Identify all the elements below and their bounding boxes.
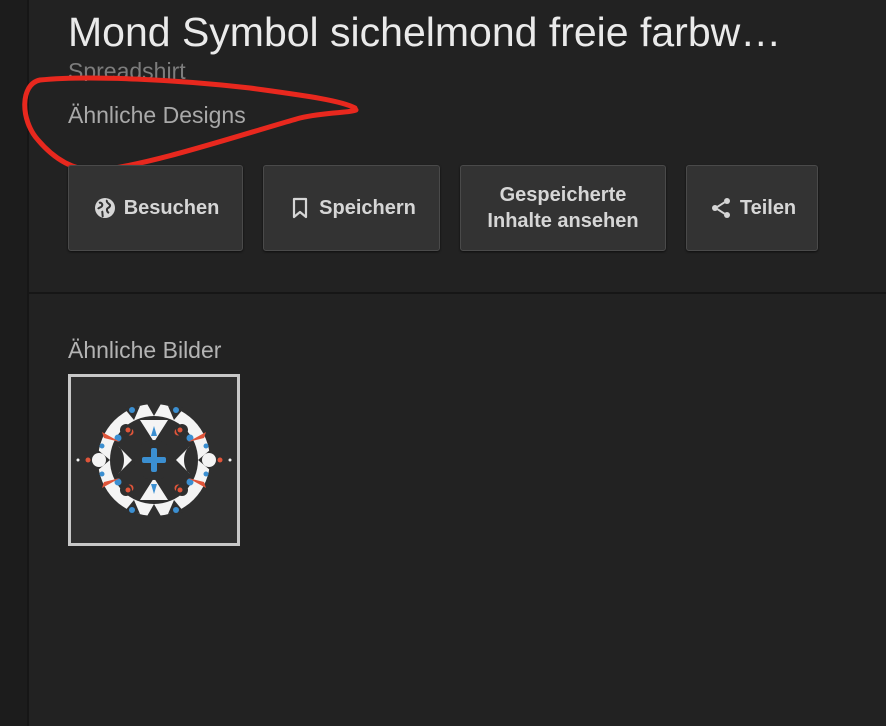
share-icon (708, 195, 734, 221)
view-saved-line-1: Gespeicherte (499, 184, 627, 206)
view-saved-button-label: Gespeicherte Inhalte ansehen (473, 182, 653, 234)
similar-images-heading: Ähnliche Bilder (68, 337, 222, 363)
save-button[interactable]: Speichern (263, 165, 440, 251)
section-divider (29, 292, 886, 294)
source-name[interactable]: Spreadshirt (68, 57, 186, 81)
share-button[interactable]: Teilen (686, 165, 818, 251)
visit-button-label: Besuchen (123, 196, 220, 219)
bookmark-icon (287, 195, 313, 221)
similar-designs-link[interactable]: Ähnliche Designs (68, 101, 246, 129)
share-button-label: Teilen (739, 196, 797, 219)
globe-icon (92, 195, 118, 221)
similar-image-thumbnail[interactable] (68, 374, 240, 546)
page-title[interactable]: Mond Symbol sichelmond freie farbw… (68, 8, 848, 56)
mandala-image (71, 377, 237, 543)
view-saved-line-2: Inhalte ansehen (487, 210, 639, 232)
view-saved-button[interactable]: Gespeicherte Inhalte ansehen (460, 165, 666, 251)
visit-button[interactable]: Besuchen (68, 165, 243, 251)
left-rail (0, 0, 29, 726)
save-button-label: Speichern (319, 196, 416, 219)
